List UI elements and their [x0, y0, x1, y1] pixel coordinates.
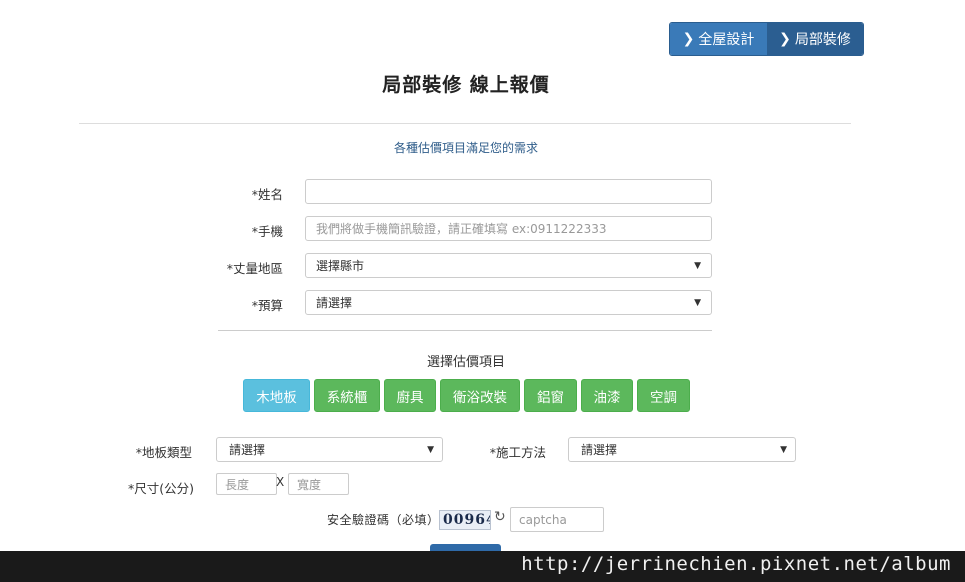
- category-button-paint[interactable]: 油漆: [581, 379, 633, 412]
- length-placeholder: 長度: [225, 477, 250, 492]
- category-button-system-cabinet[interactable]: 系統櫃: [314, 379, 380, 412]
- refresh-icon[interactable]: ↻: [494, 509, 506, 525]
- budget-label: *預算: [251, 298, 283, 313]
- category-button-air-conditioning[interactable]: 空調: [637, 379, 690, 412]
- size-label: *尺寸(公分): [127, 481, 194, 496]
- area-select-value: 選擇縣市: [316, 259, 365, 273]
- category-button-kitchen[interactable]: 廚具: [384, 379, 436, 412]
- local-renovation-button[interactable]: ❯ 局部裝修: [767, 23, 863, 55]
- width-placeholder: 寬度: [297, 477, 322, 492]
- category-section-title: 選擇估價項目: [426, 355, 505, 370]
- floor-type-select[interactable]: 請選擇 ▼: [216, 437, 443, 462]
- budget-select[interactable]: 請選擇 ▼: [305, 290, 712, 315]
- width-input[interactable]: 寬度: [288, 473, 349, 495]
- watermark-text: http://jerrinechien.pixnet.net/album: [521, 553, 951, 575]
- category-button-wood-floor[interactable]: 木地板: [243, 379, 310, 412]
- dropdown-arrow-icon: ▼: [694, 260, 701, 271]
- size-separator: X: [276, 475, 285, 489]
- category-button-group: 木地板 系統櫃 廚具 衛浴改裝 鋁窗 油漆 空調: [243, 379, 690, 412]
- captcha-input[interactable]: captcha: [510, 507, 604, 532]
- captcha-code: 00964: [443, 512, 490, 528]
- phone-placeholder: 我們將做手機簡訊驗證，請正確填寫 ex:0911222333: [316, 222, 607, 236]
- floor-type-select-value: 請選擇: [229, 443, 266, 457]
- divider-middle: [218, 330, 712, 331]
- phone-input[interactable]: 我們將做手機簡訊驗證，請正確填寫 ex:0911222333: [305, 216, 712, 241]
- category-button-aluminum-window[interactable]: 鋁窗: [524, 379, 577, 412]
- top-nav-buttons: ❯ 全屋設計 ❯ 局部裝修: [669, 22, 864, 56]
- divider-top: [79, 123, 851, 124]
- phone-label: *手機: [251, 224, 283, 239]
- captcha-placeholder: captcha: [519, 512, 567, 527]
- chevron-right-icon: ❯: [682, 31, 695, 47]
- area-label: *丈量地區: [226, 261, 283, 276]
- name-input[interactable]: [305, 179, 712, 204]
- captcha-image: 00964: [439, 510, 491, 530]
- captcha-label: 安全驗證碼（必填）: [327, 513, 440, 527]
- category-button-bathroom[interactable]: 衛浴改裝: [440, 379, 520, 412]
- dropdown-arrow-icon: ▼: [694, 297, 701, 308]
- area-select[interactable]: 選擇縣市 ▼: [305, 253, 712, 278]
- length-input[interactable]: 長度: [216, 473, 277, 495]
- full-house-design-label: 全屋設計: [698, 32, 755, 48]
- method-label: *施工方法: [489, 445, 546, 460]
- method-select-value: 請選擇: [581, 443, 618, 457]
- page-subtitle: 各種估價項目滿足您的需求: [393, 141, 538, 155]
- budget-select-value: 請選擇: [316, 296, 353, 310]
- page-title: 局部裝修 線上報價: [382, 74, 550, 96]
- chevron-right-icon: ❯: [779, 31, 791, 47]
- method-select[interactable]: 請選擇 ▼: [568, 437, 796, 462]
- local-renovation-label: 局部裝修: [794, 32, 851, 48]
- floor-type-label: *地板類型: [135, 445, 192, 460]
- name-label: *姓名: [251, 187, 283, 202]
- dropdown-arrow-icon: ▼: [780, 444, 787, 455]
- full-house-design-button[interactable]: ❯ 全屋設計: [670, 23, 767, 55]
- dropdown-arrow-icon: ▼: [427, 444, 434, 455]
